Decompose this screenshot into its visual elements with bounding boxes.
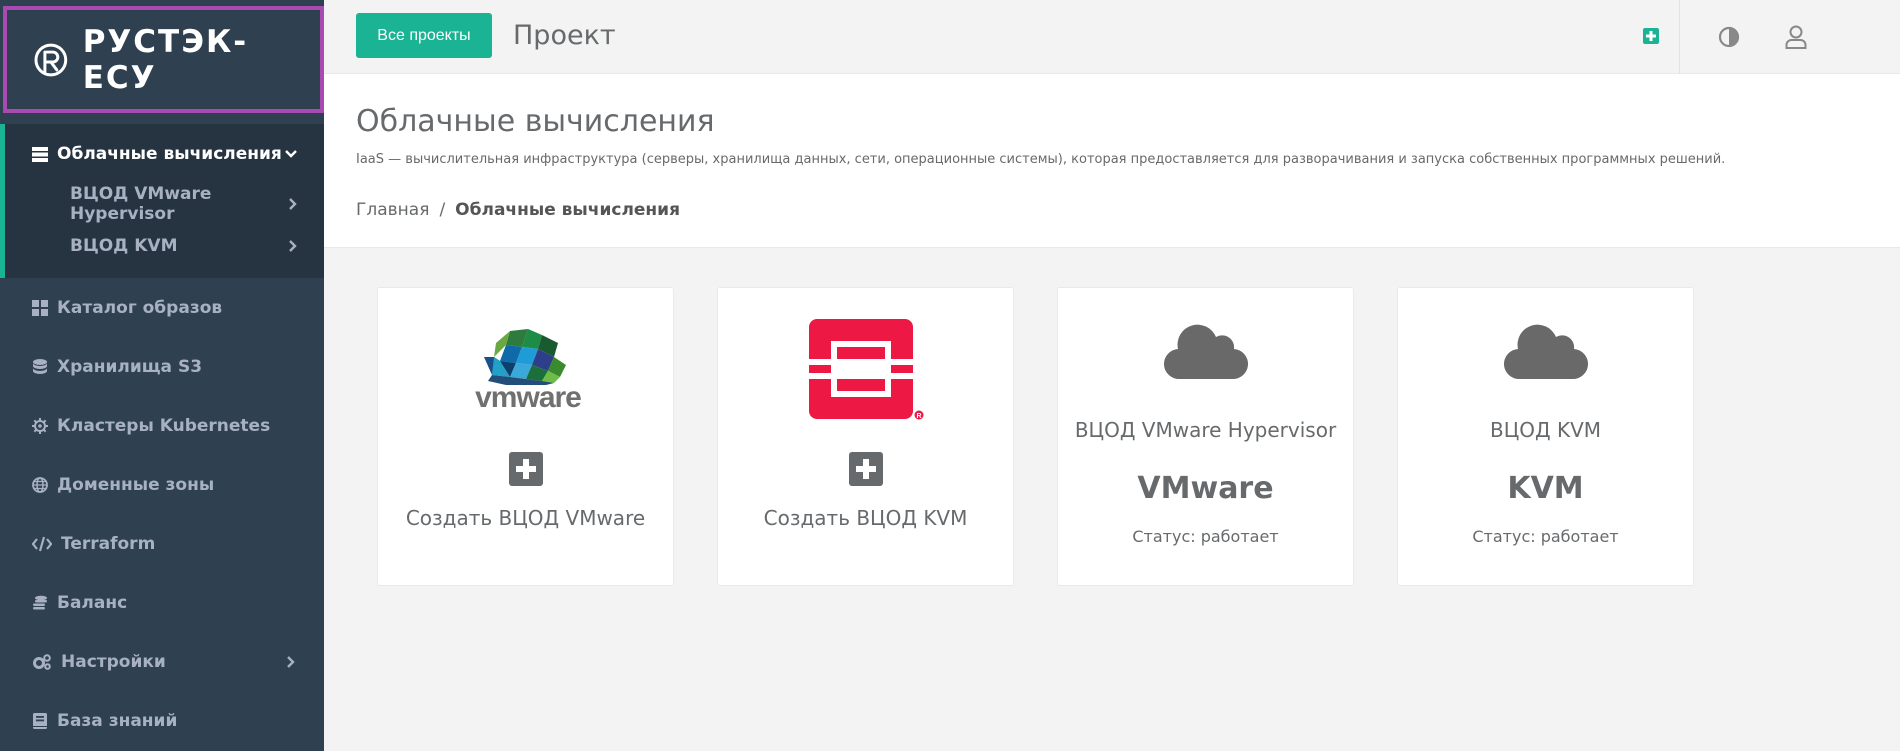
sidebar-item-label: Каталог образов — [57, 298, 223, 318]
page-title: Облачные вычисления — [356, 104, 715, 139]
create-vmware-card[interactable]: vmware Создать ВЦОД VMware — [377, 287, 674, 586]
sidebar-subitem-label: ВЦОД VMware Hypervisor — [70, 184, 212, 224]
vdc-title: ВЦОД VMware Hypervisor — [1074, 418, 1337, 442]
sidebar-item-label: Terraform — [61, 534, 156, 554]
vdc-type: VMware — [1137, 471, 1274, 506]
breadcrumb-current: Облачные вычисления — [455, 200, 680, 220]
sidebar-item-label: Хранилища S3 — [57, 357, 203, 377]
all-projects-button[interactable]: Все проекты — [356, 13, 492, 58]
sidebar-item-label: Доменные зоны — [57, 475, 215, 495]
sidebar-item-terraform[interactable]: Terraform — [0, 524, 324, 564]
sidebar-subitem-label: ВЦОД KVM — [70, 236, 178, 256]
globe-icon — [31, 476, 49, 494]
topbar-divider — [1679, 0, 1680, 74]
sidebar-item-label: База знаний — [57, 711, 178, 731]
cogs-icon — [31, 653, 53, 671]
sidebar-item-label: Баланс — [57, 593, 128, 613]
create-kvm-card[interactable]: R Создать ВЦОД KVM — [717, 287, 1014, 586]
sidebar-item-label: Облачные вычисления — [57, 144, 282, 164]
vdc-kvm-card[interactable]: ВЦОД KVM KVM Статус: работает — [1397, 287, 1694, 586]
helm-icon — [31, 417, 49, 435]
page-description: IaaS — вычислительная инфраструктура (се… — [356, 152, 1726, 167]
sidebar-item-balance[interactable]: Баланс — [0, 583, 324, 623]
brand-logo-icon — [34, 43, 68, 76]
vdc-status: Статус: работает — [1472, 527, 1619, 546]
sidebar: РУСТЭК-ЕСУ Облачные вычисления ВЦОД VMwa… — [0, 0, 324, 751]
sidebar-item-settings[interactable]: Настройки — [0, 642, 324, 682]
chevron-right-icon — [287, 656, 295, 668]
book-icon — [31, 712, 49, 730]
create-kvm-label[interactable]: Создать ВЦОД KVM — [718, 506, 1013, 530]
sidebar-item-image-catalog[interactable]: Каталог образов — [0, 288, 324, 328]
plus-icon[interactable] — [848, 452, 883, 486]
sidebar-subitem-vmware[interactable]: ВЦОД VMware Hypervisor — [70, 184, 300, 224]
vdc-status: Статус: работает — [1132, 527, 1279, 546]
top-navbar: Все проекты Проект — [324, 0, 1900, 74]
page-header: Облачные вычисления IaaS — вычислительна… — [324, 74, 1900, 248]
sidebar-item-domain-zones[interactable]: Доменные зоны — [0, 465, 324, 505]
cloud-icon — [1504, 324, 1588, 380]
coins-icon — [31, 594, 49, 612]
breadcrumb-home-link[interactable]: Главная — [356, 200, 429, 220]
svg-text:R: R — [916, 413, 921, 420]
plus-icon[interactable] — [508, 452, 543, 486]
vmware-logo: vmware — [475, 329, 582, 413]
sidebar-item-kubernetes[interactable]: Кластеры Kubernetes — [0, 406, 324, 446]
create-vmware-label[interactable]: Создать ВЦОД VMware — [378, 506, 673, 530]
openstack-logo: R — [809, 319, 924, 420]
server-icon — [31, 145, 49, 163]
sidebar-item-s3-storage[interactable]: Хранилища S3 — [0, 347, 324, 387]
sidebar-subitem-kvm[interactable]: ВЦОД KVM — [70, 229, 300, 263]
breadcrumb: Главная / Облачные вычисления — [356, 200, 680, 220]
chevron-right-icon — [289, 198, 297, 210]
sidebar-item-cloud-computing[interactable]: Облачные вычисления — [0, 134, 324, 174]
vmware-logo-text: vmware — [475, 381, 581, 413]
brand-name: РУСТЭК-ЕСУ — [82, 23, 249, 96]
project-title: Проект — [513, 20, 616, 51]
breadcrumb-separator: / — [439, 200, 446, 220]
grid-icon — [31, 299, 49, 317]
vdc-type: KVM — [1507, 471, 1584, 506]
chevron-right-icon — [289, 240, 297, 252]
chevron-down-icon — [285, 150, 297, 158]
sidebar-item-label: Кластеры Kubernetes — [57, 416, 271, 436]
sidebar-item-knowledge-base[interactable]: База знаний — [0, 701, 324, 741]
theme-toggle-icon[interactable] — [1717, 25, 1741, 49]
add-icon[interactable] — [1643, 28, 1659, 44]
database-icon — [31, 358, 49, 376]
user-icon[interactable] — [1784, 24, 1808, 50]
brand-logo[interactable]: РУСТЭК-ЕСУ — [3, 6, 324, 113]
cloud-icon — [1164, 324, 1248, 380]
code-icon — [31, 535, 53, 553]
vdc-title: ВЦОД KVM — [1489, 418, 1602, 442]
vdc-vmware-card[interactable]: ВЦОД VMware Hypervisor VMware Статус: ра… — [1057, 287, 1354, 586]
sidebar-item-label: Настройки — [61, 652, 166, 672]
